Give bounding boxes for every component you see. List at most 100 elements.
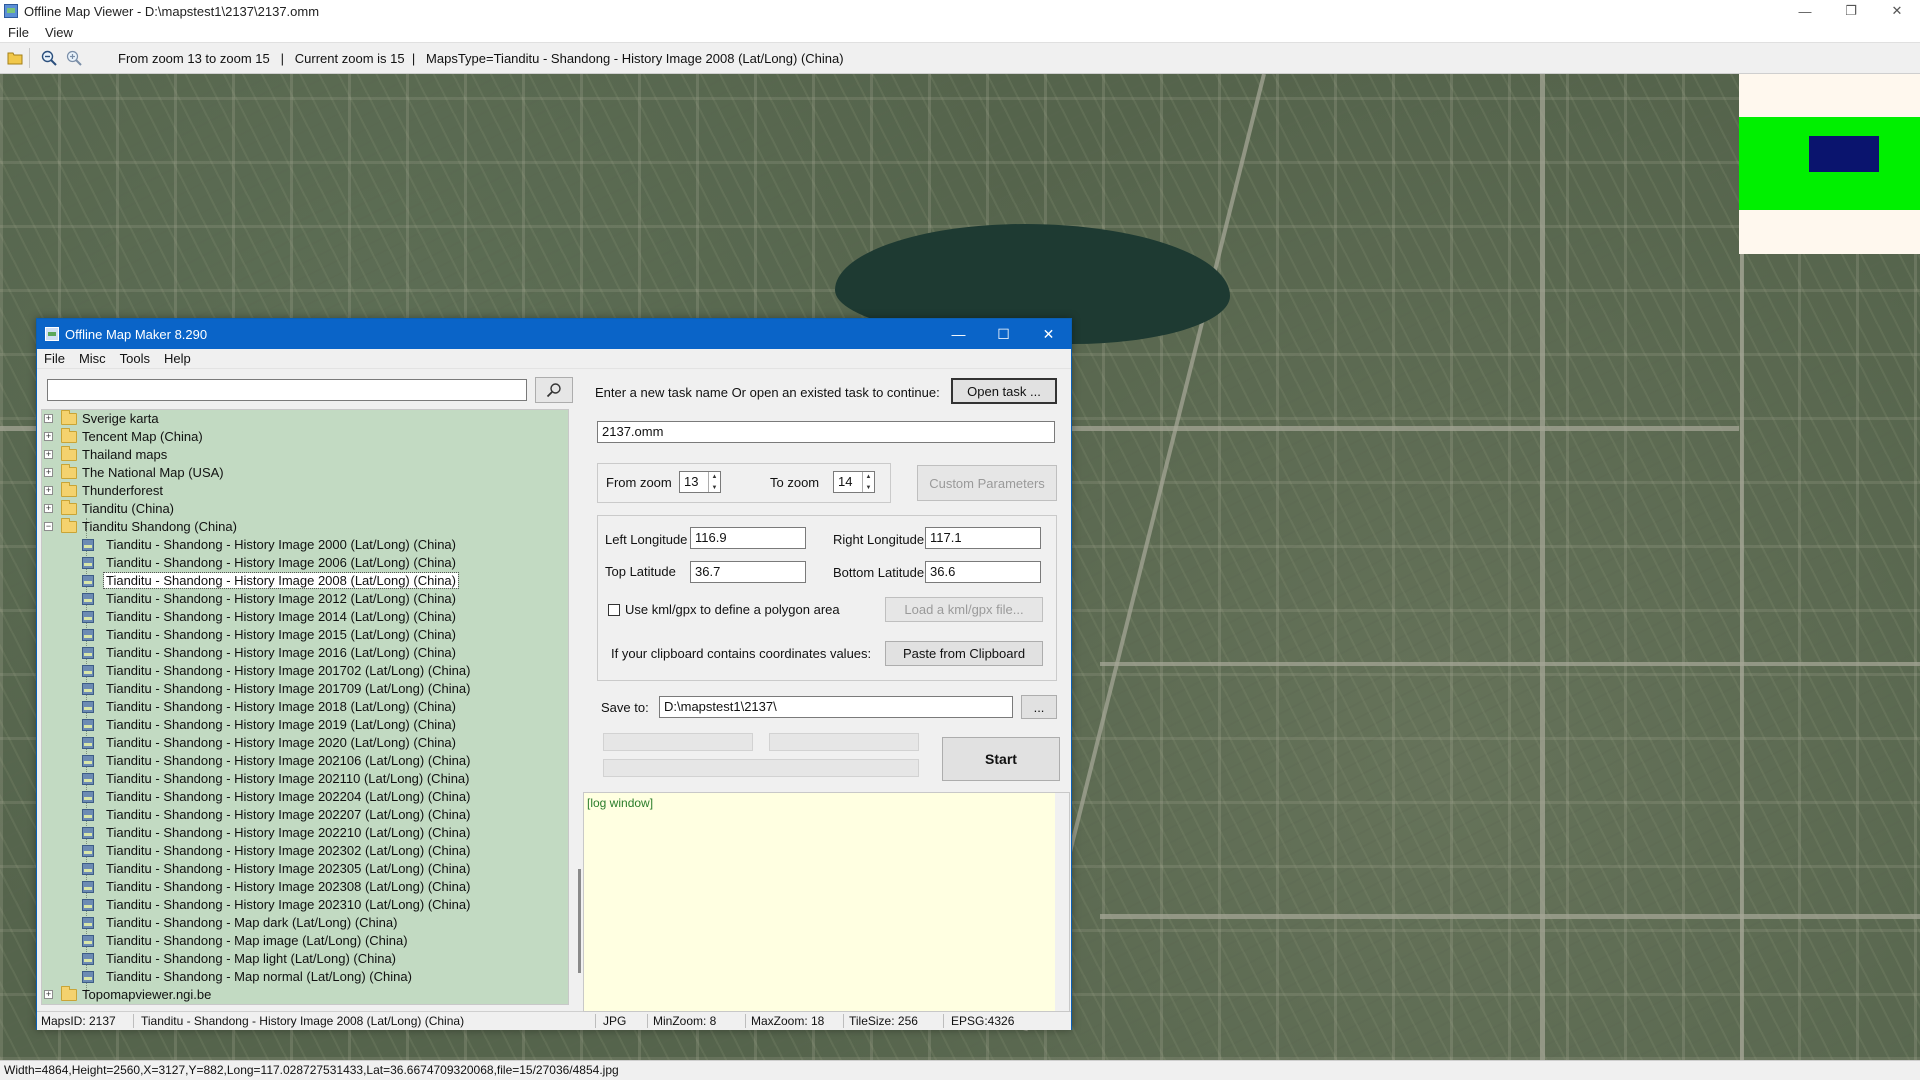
overview-map[interactable]: [1739, 74, 1920, 254]
open-folder-icon[interactable]: [5, 48, 25, 68]
dialog-menu-help[interactable]: Help: [157, 351, 198, 366]
log-text: [log window]: [587, 796, 654, 810]
tree-map-item[interactable]: Tianditu - Shandong - History Image 2023…: [42, 842, 568, 860]
expand-icon[interactable]: +: [44, 990, 53, 999]
folder-icon: [61, 986, 77, 1001]
dialog-menu-file[interactable]: File: [37, 351, 72, 366]
tree-map-item[interactable]: Tianditu - Shandong - History Image 2022…: [42, 806, 568, 824]
tree-map-item[interactable]: Tianditu - Shandong - History Image 2021…: [42, 752, 568, 770]
expand-icon[interactable]: +: [44, 450, 53, 459]
custom-parameters-button[interactable]: Custom Parameters: [917, 465, 1057, 501]
map-layer-icon: [82, 539, 94, 551]
open-task-button[interactable]: Open task ...: [951, 378, 1057, 404]
tree-folder[interactable]: + Thailand maps: [42, 446, 568, 464]
browse-folder-button[interactable]: ...: [1021, 695, 1057, 719]
tree-map-item[interactable]: Tianditu - Shandong - History Image 2017…: [42, 662, 568, 680]
search-icon: [546, 383, 561, 398]
spin-up-icon[interactable]: ▲: [863, 472, 874, 482]
expand-icon[interactable]: +: [44, 468, 53, 477]
spin-down-icon[interactable]: ▼: [863, 482, 874, 492]
folder-icon: [61, 482, 77, 497]
log-window[interactable]: [log window]: [583, 792, 1070, 1012]
tree-map-item[interactable]: Tianditu - Shandong - History Image 2012…: [42, 590, 568, 608]
tree-map-item[interactable]: Tianditu - Shandong - History Image 2006…: [42, 554, 568, 572]
spin-down-icon[interactable]: ▼: [709, 482, 720, 492]
tree-map-item[interactable]: Tianditu - Shandong - Map dark (Lat/Long…: [42, 914, 568, 932]
map-road: [1540, 74, 1545, 1060]
map-layer-icon: [82, 935, 94, 947]
tree-map-item[interactable]: Tianditu - Shandong - Map light (Lat/Lon…: [42, 950, 568, 968]
tree-folder[interactable]: + Tianditu (China): [42, 500, 568, 518]
save-path-field[interactable]: D:\mapstest1\2137\: [659, 696, 1013, 718]
right-longitude-field[interactable]: 117.1: [925, 527, 1041, 549]
dialog-close-button[interactable]: ✕: [1026, 319, 1071, 349]
map-layer-icon: [82, 557, 94, 569]
dialog-menu-tools[interactable]: Tools: [113, 351, 157, 366]
map-search-input[interactable]: [47, 379, 527, 401]
from-zoom-input[interactable]: 13 ▲ ▼: [679, 471, 721, 493]
tree-map-item[interactable]: Tianditu - Shandong - History Image 2021…: [42, 770, 568, 788]
expand-icon[interactable]: +: [44, 504, 53, 513]
expand-icon[interactable]: +: [44, 432, 53, 441]
tree-map-item[interactable]: Tianditu - Shandong - History Image 2023…: [42, 896, 568, 914]
tree-map-item[interactable]: Tianditu - Shandong - Map image (Lat/Lon…: [42, 932, 568, 950]
restore-button[interactable]: ❐: [1828, 0, 1874, 22]
close-button[interactable]: ✕: [1874, 0, 1920, 22]
tree-map-label: Tianditu - Shandong - History Image 2016…: [106, 645, 456, 660]
tree-map-label: Tianditu - Shandong - History Image 2017…: [106, 663, 471, 678]
zoom-in-icon[interactable]: [64, 48, 84, 68]
paste-clipboard-button[interactable]: Paste from Clipboard: [885, 641, 1043, 666]
expand-icon[interactable]: +: [44, 414, 53, 423]
tree-map-item[interactable]: Tianditu - Shandong - History Image 2020…: [42, 734, 568, 752]
top-latitude-field[interactable]: 36.7: [690, 561, 806, 583]
tree-scroll-thumb[interactable]: [578, 869, 581, 973]
status-epsg: EPSG:4326: [951, 1014, 1015, 1028]
menu-view[interactable]: View: [37, 25, 81, 40]
tree-map-item[interactable]: Tianditu - Shandong - History Image 2000…: [42, 536, 568, 554]
tree-map-item[interactable]: Tianditu - Shandong - Map normal (Lat/Lo…: [42, 968, 568, 986]
to-zoom-spinner[interactable]: ▲ ▼: [862, 472, 874, 492]
kml-polygon-checkbox[interactable]: [608, 604, 620, 616]
tree-map-item[interactable]: Tianditu - Shandong - History Image 2016…: [42, 644, 568, 662]
menu-file[interactable]: File: [0, 25, 37, 40]
log-scrollbar[interactable]: [1055, 793, 1069, 1011]
zoom-out-icon[interactable]: [39, 48, 59, 68]
tree-map-item[interactable]: Tianditu - Shandong - History Image 2014…: [42, 608, 568, 626]
search-button[interactable]: [535, 377, 573, 403]
collapse-icon[interactable]: −: [44, 522, 53, 531]
tree-map-label: Tianditu - Shandong - History Image 2023…: [106, 879, 471, 894]
expand-icon[interactable]: +: [44, 486, 53, 495]
tree-folder[interactable]: + Sverige karta: [42, 410, 568, 428]
tree-folder[interactable]: + Topomapviewer.ngi.be: [42, 986, 568, 1004]
tree-folder[interactable]: + Tencent Map (China): [42, 428, 568, 446]
folder-icon: [61, 518, 77, 533]
tree-map-item[interactable]: Tianditu - Shandong - History Image 2019…: [42, 716, 568, 734]
tree-map-item[interactable]: Tianditu - Shandong - History Image 2015…: [42, 626, 568, 644]
tree-map-item[interactable]: Tianditu - Shandong - History Image 2023…: [42, 860, 568, 878]
tree-map-item[interactable]: Tianditu - Shandong - History Image 2023…: [42, 878, 568, 896]
to-zoom-input[interactable]: 14 ▲ ▼: [833, 471, 875, 493]
tree-map-item[interactable]: Tianditu - Shandong - History Image 2022…: [42, 788, 568, 806]
tree-folder[interactable]: − Tianditu Shandong (China): [42, 518, 568, 536]
bottom-latitude-field[interactable]: 36.6: [925, 561, 1041, 583]
tree-map-label: Tianditu - Shandong - History Image 2021…: [106, 753, 471, 768]
spin-up-icon[interactable]: ▲: [709, 472, 720, 482]
dialog-maximize-button[interactable]: ☐: [981, 319, 1026, 349]
tree-map-label: Tianditu - Shandong - History Image 2020…: [106, 735, 456, 750]
start-button[interactable]: Start: [942, 737, 1060, 781]
minimize-button[interactable]: —: [1782, 0, 1828, 22]
from-zoom-spinner[interactable]: ▲ ▼: [708, 472, 720, 492]
tree-map-item[interactable]: Tianditu - Shandong - History Image 2017…: [42, 680, 568, 698]
load-kml-button[interactable]: Load a kml/gpx file...: [885, 597, 1043, 622]
dialog-minimize-button[interactable]: —: [936, 319, 981, 349]
maps-tree[interactable]: + Sverige karta + Tencent Map (China) + Thail…: [41, 409, 569, 1005]
tree-map-item[interactable]: Tianditu - Shandong - History Image 2018…: [42, 698, 568, 716]
task-name-field[interactable]: 2137.omm: [597, 421, 1055, 443]
folder-icon: [61, 428, 77, 443]
tree-map-item[interactable]: Tianditu - Shandong - History Image 2022…: [42, 824, 568, 842]
tree-map-item[interactable]: Tianditu - Shandong - History Image 2008…: [42, 572, 568, 590]
dialog-menu-misc[interactable]: Misc: [72, 351, 113, 366]
tree-folder[interactable]: + The National Map (USA): [42, 464, 568, 482]
tree-folder[interactable]: + Thunderforest: [42, 482, 568, 500]
left-longitude-field[interactable]: 116.9: [690, 527, 806, 549]
